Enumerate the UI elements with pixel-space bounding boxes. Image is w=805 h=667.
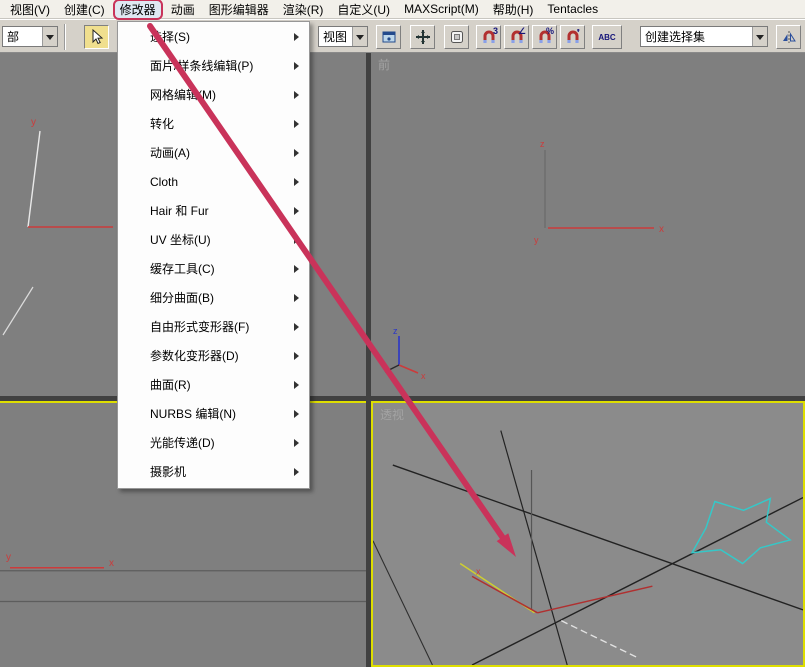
menubar-item-tentacles[interactable]: Tentacles — [540, 1, 605, 17]
menu-item-subdivision-surfaces[interactable]: 细分曲面(B) — [118, 284, 309, 313]
toolbar-separator — [64, 24, 66, 50]
menubar-item-rendering[interactable]: 渲染(R) — [276, 0, 331, 19]
menu-item-nurbs-editing[interactable]: NURBS 编辑(N) — [118, 400, 309, 429]
viewport-axis-art: z x y z x — [371, 53, 805, 396]
svg-text:x: x — [109, 558, 114, 569]
menu-item-surface[interactable]: 曲面(R) — [118, 371, 309, 400]
reference-coordinate-combo[interactable]: 视图 — [318, 26, 368, 47]
svg-text:z: z — [540, 139, 545, 149]
snap-toggle-3d-button[interactable]: 3 — [476, 25, 501, 49]
menu-bar: 视图(V) 创建(C) 修改器 动画 图形编辑器 渲染(R) 自定义(U) MA… — [0, 0, 805, 19]
menubar-item-maxscript[interactable]: MAXScript(M) — [397, 1, 486, 17]
keyboard-key-icon — [449, 29, 465, 45]
svg-text:x: x — [659, 224, 664, 235]
menu-item-cameras[interactable]: 摄影机 — [118, 458, 309, 487]
named-selection-combo[interactable]: 创建选择集 — [640, 26, 768, 47]
reference-coordinate-value: 视图 — [323, 28, 347, 45]
menubar-item-modifiers[interactable]: 修改器 — [113, 0, 163, 20]
magnet-spinner-icon — [565, 29, 581, 45]
abc-icon: ABC — [598, 33, 615, 42]
use-center-button[interactable] — [376, 25, 401, 49]
menu-item-cache-tools[interactable]: 缓存工具(C) — [118, 255, 309, 284]
menubar-item-customize[interactable]: 自定义(U) — [330, 0, 397, 19]
edit-named-selections-button[interactable]: ABC — [592, 25, 622, 49]
menu-item-free-form-deformers[interactable]: 自由形式变形器(F) — [118, 313, 309, 342]
svg-text:y: y — [534, 235, 539, 245]
named-selection-value: 创建选择集 — [645, 28, 705, 45]
menu-item-animation[interactable]: 动画(A) — [118, 139, 309, 168]
menu-item-uv-coordinates[interactable]: UV 坐标(U) — [118, 226, 309, 255]
menu-item-patch-spline-editing[interactable]: 面片/样条线编辑(P) — [118, 52, 309, 81]
menu-item-hair-and-fur[interactable]: Hair 和 Fur — [118, 197, 309, 226]
snap-3d-label: 3 — [493, 26, 498, 36]
viewport-front-label[interactable]: 前 — [378, 56, 390, 73]
svg-text:x: x — [421, 371, 426, 381]
menubar-item-animation[interactable]: 动画 — [164, 0, 202, 19]
modifiers-dropdown-menu: 选择(S) 面片/样条线编辑(P) 网格编辑(M) 转化 动画(A) Cloth… — [117, 21, 310, 489]
chevron-down-icon[interactable] — [752, 27, 767, 46]
menubar-item-views[interactable]: 视图(V) — [3, 0, 57, 19]
svg-text:z: z — [393, 326, 398, 336]
menubar-item-help[interactable]: 帮助(H) — [486, 0, 541, 19]
menu-item-cloth[interactable]: Cloth — [118, 168, 309, 197]
mirror-icon — [781, 29, 797, 45]
select-manipulate-button[interactable] — [410, 25, 435, 49]
viewport-perspective-label[interactable]: 透视 — [380, 406, 404, 423]
menu-item-mesh-editing[interactable]: 网格编辑(M) — [118, 81, 309, 110]
mirror-button[interactable] — [776, 25, 801, 49]
menu-item-conversion[interactable]: 转化 — [118, 110, 309, 139]
angle-snap-label: ∠ — [518, 26, 526, 36]
menubar-item-create[interactable]: 创建(C) — [57, 0, 112, 19]
menubar-item-graph-editors[interactable]: 图形编辑器 — [202, 0, 276, 19]
menu-item-parametric-deformers[interactable]: 参数化变形器(D) — [118, 342, 309, 371]
menu-item-radiosity[interactable]: 光能传递(D) — [118, 429, 309, 458]
viewport-grid-art: x — [373, 403, 803, 665]
svg-text:x: x — [476, 566, 481, 576]
selection-filter-combo[interactable]: 部 — [2, 26, 58, 47]
viewport-front[interactable]: 前 z x y z x — [371, 53, 805, 396]
svg-text:y: y — [6, 552, 11, 563]
manipulate-cross-icon — [415, 29, 431, 45]
keyboard-override-button[interactable] — [444, 25, 469, 49]
use-center-icon — [381, 29, 397, 45]
select-object-button[interactable] — [84, 25, 109, 49]
angle-snap-button[interactable]: ∠ — [504, 25, 529, 49]
svg-text:y: y — [31, 117, 36, 128]
spinner-snap-button[interactable] — [560, 25, 585, 49]
menu-item-selection[interactable]: 选择(S) — [118, 23, 309, 52]
percent-snap-label: % — [546, 26, 554, 36]
percent-snap-button[interactable]: % — [532, 25, 557, 49]
chevron-down-icon[interactable] — [352, 27, 367, 46]
viewport-perspective-active[interactable]: 透视 x — [371, 401, 805, 667]
cursor-icon — [89, 29, 105, 45]
chevron-down-icon[interactable] — [42, 27, 57, 46]
selection-filter-value: 部 — [7, 28, 19, 45]
